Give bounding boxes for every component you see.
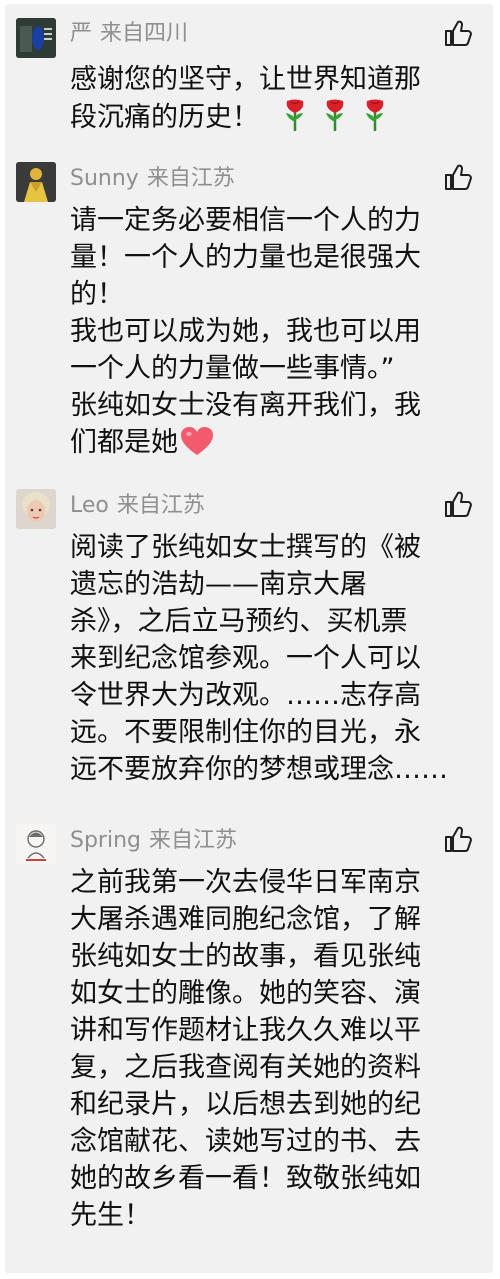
comment-body: 感谢您的坚守，让世界知道那 段沉痛的历史！ — [70, 61, 488, 142]
comment-line: 远不要放弃你的梦想或理念…… — [70, 754, 448, 785]
commenter-location: 来自江苏 — [116, 493, 205, 518]
avatar-image — [16, 489, 56, 529]
comment-line: 一个人的力量做一些事情。” — [70, 353, 395, 384]
comment-body: 阅读了张纯如女士撰写的《被 遗忘的浩劫——南京大屠 杀》，之后立马预约、买机票 … — [70, 529, 488, 788]
thumbs-up-icon — [445, 491, 472, 517]
comment-line: 张纯如女士没有离开我们，我 — [70, 390, 421, 421]
comment-line: 先生！ — [70, 1200, 151, 1231]
comment-line: 段沉痛的历史！ — [70, 98, 488, 142]
comment-meta: 严来自四川 — [70, 19, 188, 49]
like-button[interactable] — [443, 18, 473, 48]
comment-line: 我也可以成为她，我也可以用 — [70, 316, 421, 347]
avatar[interactable] — [16, 162, 56, 202]
comment-line: 如女士的雕像。她的笑容、演 — [70, 978, 421, 1009]
commenter-name[interactable]: Sunny — [70, 166, 139, 191]
comment-line: 们都是她 — [70, 424, 488, 467]
comment-line-text: 们都是她 — [70, 427, 178, 458]
commenter-location: 来自江苏 — [149, 828, 238, 853]
avatar-image — [16, 824, 56, 864]
commenter-name[interactable]: Spring — [70, 828, 141, 853]
heart-icon — [180, 427, 214, 467]
comment-line: 和纪录片，以后想去到她的纪 — [70, 1089, 421, 1120]
comment-line: 遗忘的浩劫——南京大屠 — [70, 569, 367, 600]
thumbs-up-icon — [445, 164, 472, 190]
comment-line: 远。不要限制住你的目光，永 — [70, 717, 421, 748]
comment-line: 感谢您的坚守，让世界知道那 — [70, 64, 421, 95]
avatar[interactable] — [16, 489, 56, 529]
commenter-location: 来自四川 — [100, 21, 189, 46]
commenter-location: 来自江苏 — [146, 166, 235, 191]
comment-meta: Leo 来自江苏 — [70, 491, 205, 521]
comment-line: 杀》，之后立马预约、买机票 — [70, 606, 408, 637]
thumbs-up-icon — [445, 20, 472, 46]
comment-meta: Spring 来自江苏 — [70, 826, 237, 856]
avatar[interactable] — [16, 824, 56, 864]
comment-line: 来到纪念馆参观。一个人可以 — [70, 643, 421, 674]
avatar[interactable] — [16, 18, 56, 58]
comment-line: 请一定务必要相信一个人的力 — [70, 205, 421, 236]
rose-icon — [322, 98, 348, 142]
comment-meta: Sunny 来自江苏 — [70, 164, 235, 194]
comment-line: 张纯如女士的故事，看见张纯 — [70, 941, 421, 972]
like-button[interactable] — [443, 489, 473, 519]
comment-line: 念馆献花、读她写过的书、去 — [70, 1126, 421, 1157]
comment-line: 令世界大为改观。……志存高 — [70, 680, 421, 711]
avatar-image — [16, 18, 56, 58]
comment-line: 大屠杀遇难同胞纪念馆，了解 — [70, 904, 421, 935]
comment-line: 的！ — [70, 279, 124, 310]
comment-line: 她的故乡看一看！致敬张纯如 — [70, 1163, 421, 1194]
comment-line: 之前我第一次去侵华日军南京 — [70, 867, 421, 898]
commenter-name[interactable]: 严 — [70, 21, 92, 46]
comment-line-text: 段沉痛的历史！ — [70, 102, 259, 133]
rose-icon — [282, 98, 308, 142]
comments-panel: 严来自四川 感谢您的坚守，让世界知道那 段沉痛的历史！ Sunny 来自江苏 请… — [5, 4, 493, 1273]
comment-line: 阅读了张纯如女士撰写的《被 — [70, 532, 421, 563]
rose-icon — [362, 98, 388, 142]
thumbs-up-icon — [445, 826, 472, 852]
avatar-image — [16, 162, 56, 202]
comment-body: 之前我第一次去侵华日军南京 大屠杀遇难同胞纪念馆，了解 张纯如女士的故事，看见张… — [70, 864, 488, 1234]
like-button[interactable] — [443, 162, 473, 192]
commenter-name[interactable]: Leo — [70, 493, 109, 518]
comment-line: 复，之后我查阅有关她的资料 — [70, 1052, 421, 1083]
comment-line: 讲和写作题材让我久久难以平 — [70, 1015, 421, 1046]
comment-body: 请一定务必要相信一个人的力 量！一个人的力量也是很强大 的！ 我也可以成为她，我… — [70, 202, 488, 467]
comment-line: 量！一个人的力量也是很强大 — [70, 242, 421, 273]
like-button[interactable] — [443, 824, 473, 854]
